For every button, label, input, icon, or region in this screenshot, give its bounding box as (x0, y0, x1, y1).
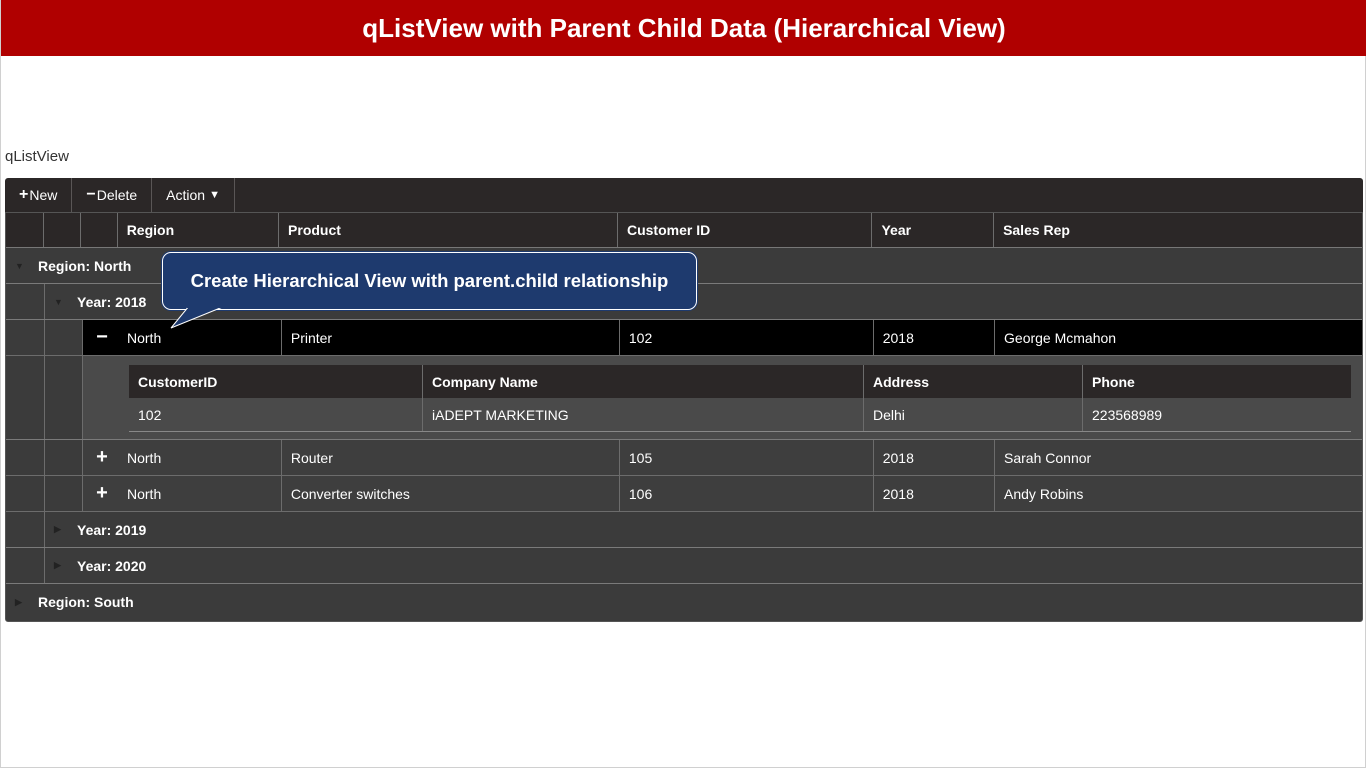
cell-product: Printer (282, 320, 620, 355)
group-label: Region: North (38, 257, 132, 274)
cell-year: 2018 (874, 320, 996, 355)
cell-customer-id: 106 (620, 476, 874, 511)
child-column-header-phone[interactable]: Phone (1083, 365, 1351, 398)
caret-down-icon: ▼ (209, 189, 220, 201)
child-table-row[interactable]: 102 iADEPT MARKETING Delhi 223568989 (129, 398, 1351, 431)
delete-button-label: Delete (96, 187, 138, 203)
cell-region: North (121, 440, 282, 475)
group-indent-header (44, 213, 81, 247)
expander-header (81, 213, 118, 247)
collapse-arrow-icon[interactable]: ▼ (54, 297, 68, 307)
table-row[interactable]: + North Router 105 2018 Sarah Connor (6, 440, 1362, 476)
action-dropdown-button[interactable]: Action ▼ (152, 178, 235, 212)
grid-header-row: Region Product Customer ID Year Sales Re… (6, 213, 1362, 248)
group-row-year-2020[interactable]: ▶ Year: 2020 (6, 548, 1362, 584)
expand-arrow-icon[interactable]: ▶ (54, 524, 68, 535)
annotation-callout: Create Hierarchical View with parent.chi… (162, 252, 697, 310)
table-row[interactable]: + North Converter switches 106 2018 Andy… (6, 476, 1362, 512)
delete-button[interactable]: − Delete (72, 178, 153, 212)
collapse-row-icon[interactable]: − (83, 320, 121, 355)
group-label: Year: 2019 (77, 521, 147, 538)
column-header-customer-id[interactable]: Customer ID (618, 213, 873, 247)
child-cell-address: Delhi (864, 398, 1083, 431)
cell-sales-rep: Sarah Connor (1004, 449, 1092, 466)
expand-arrow-icon[interactable]: ▶ (15, 597, 29, 608)
column-header-region[interactable]: Region (118, 213, 280, 247)
component-label: qListView (5, 148, 69, 165)
plus-icon: + (19, 186, 29, 203)
child-column-header-address[interactable]: Address (864, 365, 1083, 398)
new-button[interactable]: + New (5, 178, 73, 212)
group-row-region-south[interactable]: ▶ Region: South (6, 584, 1362, 620)
cell-sales-rep: George Mcmahon (1004, 329, 1117, 346)
child-detail-row: CustomerID Company Name Address Phone 10… (6, 356, 1362, 440)
child-header-row: CustomerID Company Name Address Phone (129, 365, 1351, 398)
child-column-header-company-name[interactable]: Company Name (423, 365, 864, 398)
expand-row-icon[interactable]: + (83, 476, 121, 511)
action-button-label: Action (166, 187, 206, 203)
group-label: Year: 2018 (77, 293, 147, 310)
cell-product: Router (282, 440, 620, 475)
cell-customer-id: 105 (620, 440, 874, 475)
column-header-sales-rep[interactable]: Sales Rep (994, 213, 1362, 247)
child-cell-company-name: iADEPT MARKETING (423, 398, 864, 431)
group-row-year-2019[interactable]: ▶ Year: 2019 (6, 512, 1362, 548)
group-indent-header (6, 213, 44, 247)
cell-region: North (121, 476, 282, 511)
group-label: Region: South (38, 594, 134, 610)
new-button-label: New (29, 187, 58, 203)
cell-year: 2018 (874, 440, 996, 475)
group-label: Year: 2020 (77, 557, 147, 574)
column-header-year[interactable]: Year (872, 213, 995, 247)
column-header-product[interactable]: Product (279, 213, 618, 247)
collapse-arrow-icon[interactable]: ▼ (15, 261, 29, 271)
callout-pointer-icon (170, 306, 227, 329)
cell-product: Converter switches (282, 476, 620, 511)
expand-arrow-icon[interactable]: ▶ (54, 560, 68, 571)
minus-icon: − (86, 186, 96, 203)
child-cell-customer-id: 102 (129, 398, 423, 431)
cell-year: 2018 (874, 476, 996, 511)
expand-row-icon[interactable]: + (83, 440, 121, 475)
cell-customer-id: 102 (620, 320, 874, 355)
page-title: qListView with Parent Child Data (Hierar… (1, 0, 1366, 56)
child-detail-table: CustomerID Company Name Address Phone 10… (129, 365, 1351, 432)
toolbar: + New − Delete Action ▼ (5, 178, 1363, 212)
child-column-header-customer-id[interactable]: CustomerID (129, 365, 423, 398)
child-cell-phone: 223568989 (1092, 406, 1163, 423)
cell-sales-rep: Andy Robins (1004, 485, 1084, 502)
